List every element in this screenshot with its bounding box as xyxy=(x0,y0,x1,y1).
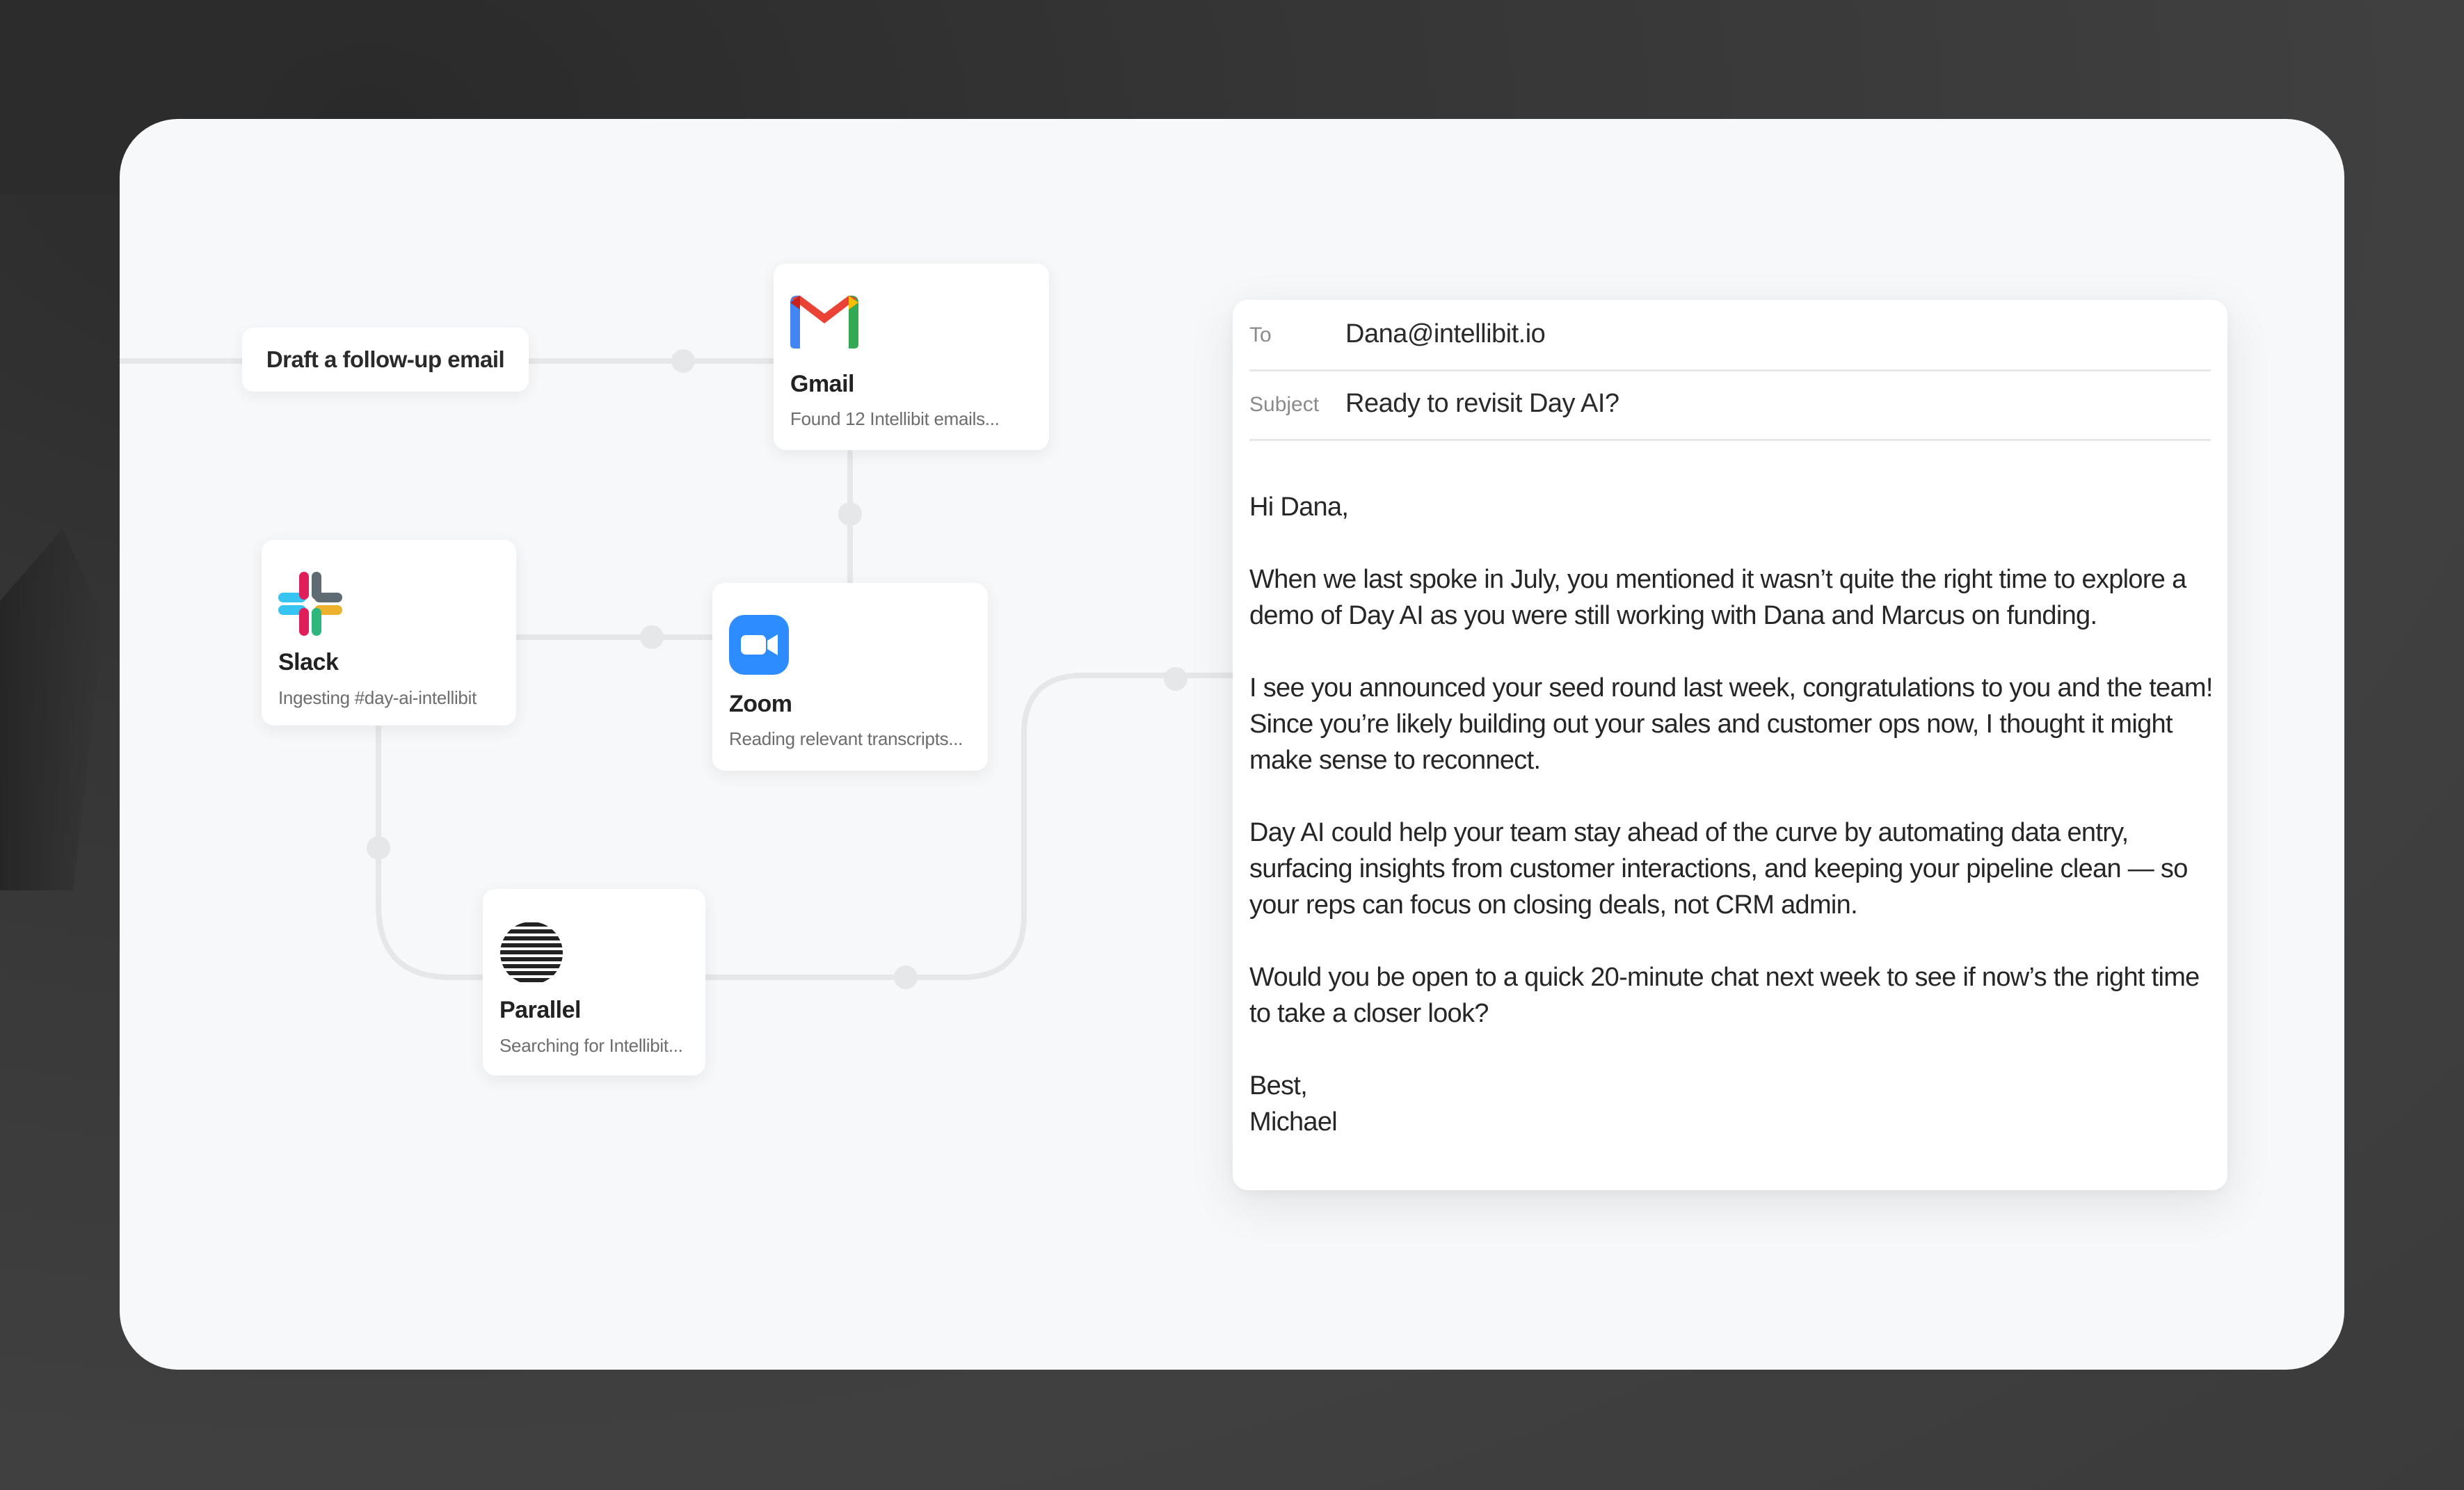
email-signature: Michael xyxy=(1249,1107,1338,1137)
to-field[interactable]: Dana@intellibit.io xyxy=(1345,319,1546,349)
slack-icon xyxy=(278,572,342,639)
connector-dot xyxy=(671,349,695,373)
parallel-status: Searching for Intellibit... xyxy=(499,1035,683,1056)
slack-node[interactable]: Slack Ingesting #day-ai-intellibit xyxy=(262,540,516,726)
email-paragraph: When we last spoke in July, you mentione… xyxy=(1249,565,2186,630)
background-shape xyxy=(0,529,104,890)
zoom-title: Zoom xyxy=(729,691,792,717)
zoom-status: Reading relevant transcripts... xyxy=(729,728,963,749)
email-paragraph: I see you announced your seed round last… xyxy=(1249,673,2213,775)
parallel-title: Parallel xyxy=(499,997,581,1023)
gmail-icon xyxy=(790,296,858,352)
connector-dot xyxy=(1164,667,1187,691)
connector-dot xyxy=(838,502,862,526)
prompt-chip[interactable]: Draft a follow-up email xyxy=(242,328,529,392)
zoom-node[interactable]: Zoom Reading relevant transcripts... xyxy=(712,583,988,771)
email-paragraph: Would you be open to a quick 20-minute c… xyxy=(1249,963,2200,1028)
connector-dot xyxy=(894,966,918,989)
prompt-chip-label: Draft a follow-up email xyxy=(266,346,505,372)
to-label: To xyxy=(1249,323,1272,346)
gmail-title: Gmail xyxy=(790,371,854,397)
gmail-status: Found 12 Intellibit emails... xyxy=(790,408,1000,429)
parallel-icon xyxy=(499,921,563,988)
zoom-icon xyxy=(729,615,789,678)
workflow-panel: Draft a follow-up email Gmail Found 12 I… xyxy=(120,119,2344,1370)
to-row: To Dana@intellibit.io xyxy=(1249,300,2211,371)
connector-dot xyxy=(367,836,390,860)
slack-status: Ingesting #day-ai-intellibit xyxy=(278,687,477,708)
email-greeting: Hi Dana, xyxy=(1249,492,1349,522)
subject-field[interactable]: Ready to revisit Day AI? xyxy=(1345,389,1619,419)
slack-title: Slack xyxy=(278,649,339,675)
email-body[interactable]: Hi Dana, When we last spoke in July, you… xyxy=(1249,489,2223,1140)
subject-label: Subject xyxy=(1249,393,1320,416)
connector-dot xyxy=(640,625,664,649)
subject-row: Subject Ready to revisit Day AI? xyxy=(1249,369,2211,441)
email-draft: To Dana@intellibit.io Subject Ready to r… xyxy=(1233,300,2227,1190)
parallel-node[interactable]: Parallel Searching for Intellibit... xyxy=(483,889,705,1075)
email-paragraph: Day AI could help your team stay ahead o… xyxy=(1249,818,2188,920)
email-signoff: Best, xyxy=(1249,1071,1308,1100)
gmail-node[interactable]: Gmail Found 12 Intellibit emails... xyxy=(774,264,1049,450)
